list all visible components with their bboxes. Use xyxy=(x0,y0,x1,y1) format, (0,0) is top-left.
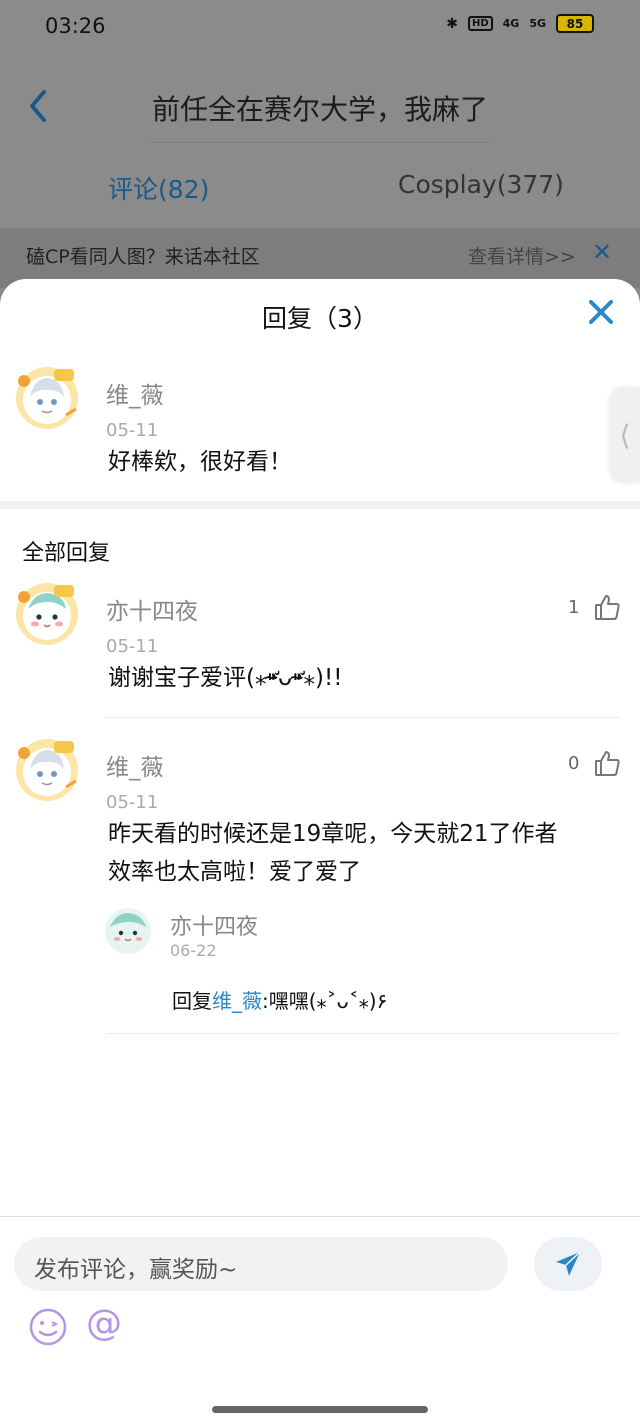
hd-icon: HD xyxy=(467,16,493,31)
comment-username[interactable]: 维_薇 xyxy=(106,376,164,410)
side-drawer-handle[interactable]: ⟨ xyxy=(610,387,640,483)
sub-reply-date: 06-22 xyxy=(170,941,217,960)
sheet-title: 回复（3） xyxy=(262,304,378,333)
background-page: 03:26 ✱ HD 4G 5G 85 前任全在赛尔大学，我麻了 评论(82) … xyxy=(0,0,640,300)
reply-date: 05-11 xyxy=(106,792,159,813)
reply-date: 05-11 xyxy=(106,636,159,657)
bluetooth-icon: ✱ xyxy=(446,15,458,32)
comment-date: 05-11 xyxy=(106,420,159,441)
battery-icon: 85 xyxy=(556,14,594,33)
reply-sheet: 回复（3） ⟨ 维_薇 05-11 好棒欸，很好看！ 全部回复 亦十四夜 05-… xyxy=(0,279,640,1427)
footer-divider xyxy=(0,1216,640,1217)
mention-link[interactable]: 维_薇 xyxy=(212,989,262,1013)
banner-close-icon[interactable]: ✕ xyxy=(592,238,612,266)
like-count: 1 xyxy=(568,596,580,618)
page-title: 前任全在赛尔大学，我麻了 xyxy=(151,93,488,126)
reply-username[interactable]: 亦十四夜 xyxy=(106,592,198,626)
section-divider xyxy=(0,501,640,509)
send-button[interactable] xyxy=(534,1237,602,1291)
comment-input[interactable]: 发布评论，赢奖励~ xyxy=(14,1237,508,1291)
reply-divider xyxy=(106,717,620,718)
avatar[interactable] xyxy=(14,581,80,647)
home-indicator xyxy=(212,1406,428,1413)
avatar[interactable] xyxy=(104,907,152,955)
avatar[interactable] xyxy=(14,737,80,803)
emoji-icon[interactable] xyxy=(28,1307,68,1347)
signal-4g-icon: 4G xyxy=(502,17,520,30)
all-replies-title: 全部回复 xyxy=(22,541,111,566)
banner-text: 磕CP看同人图？来话本社区 xyxy=(26,246,260,268)
banner-detail-link[interactable]: 查看详情>> xyxy=(468,242,576,269)
sub-reply-text: :嘿嘿(⁎˃ᴗ˂⁎)۶ xyxy=(262,989,388,1013)
avatar[interactable] xyxy=(14,365,80,431)
reply-body-line2: 效率也太高啦！爱了爱了 xyxy=(108,859,361,885)
tab-comments[interactable]: 评论(82) xyxy=(108,170,209,206)
comment-input-placeholder: 发布评论，赢奖励~ xyxy=(34,1257,238,1283)
chevron-left-icon: ⟨ xyxy=(619,418,631,452)
status-icons: ✱ HD 4G 5G 85 xyxy=(446,14,594,33)
status-bar: 03:26 ✱ HD 4G 5G 85 xyxy=(0,0,640,60)
sub-reply-body: 回复维_薇:嘿嘿(⁎˃ᴗ˂⁎)۶ xyxy=(172,985,387,1014)
send-icon xyxy=(556,1251,581,1276)
sub-reply-username[interactable]: 亦十四夜 xyxy=(170,909,258,941)
reply-divider xyxy=(106,1033,620,1034)
thumbs-up-icon xyxy=(595,595,621,620)
close-icon[interactable] xyxy=(586,297,616,327)
thumbs-up-icon xyxy=(595,751,621,776)
like-button[interactable]: 0 xyxy=(568,749,621,777)
like-count: 0 xyxy=(568,752,580,774)
reply-prefix: 回复 xyxy=(172,989,212,1013)
signal-5g-icon: 5G xyxy=(529,17,546,30)
reply-body: 谢谢宝子爱评(⁎⁍̴̛ᴗ⁍̴̛⁎)!! xyxy=(108,665,343,691)
like-button[interactable]: 1 xyxy=(568,593,621,621)
tab-cosplay[interactable]: Cosplay(377) xyxy=(398,170,564,199)
mention-at-button[interactable]: @ xyxy=(86,1303,122,1344)
comment-body: 好棒欸，很好看！ xyxy=(108,449,292,475)
status-time: 03:26 xyxy=(45,14,106,38)
reply-body-line1: 昨天看的时候还是19章呢，今天就21了作者 xyxy=(108,821,558,847)
title-divider xyxy=(150,142,490,143)
reply-username[interactable]: 维_薇 xyxy=(106,748,164,782)
